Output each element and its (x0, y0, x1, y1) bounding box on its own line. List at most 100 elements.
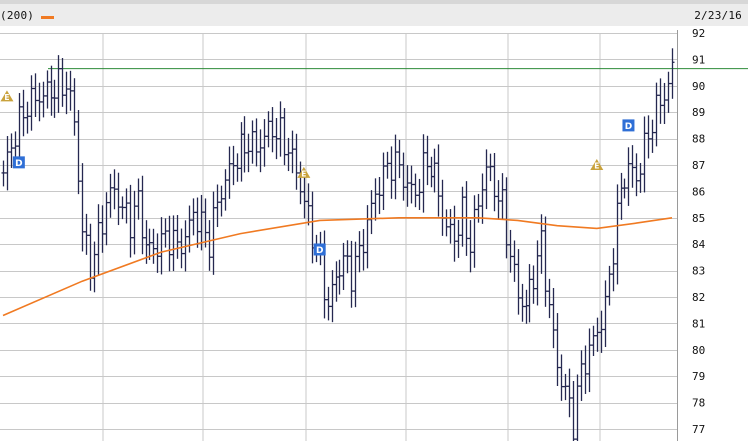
price-bar (282, 108, 287, 166)
price-bar (266, 111, 271, 148)
price-bar (219, 185, 224, 217)
price-bar (626, 147, 631, 206)
price-bar (583, 345, 588, 394)
price-bar (136, 178, 141, 220)
price-bar (500, 173, 505, 220)
price-bar (417, 178, 422, 210)
y-axis-tick-label: 84 (692, 238, 706, 251)
price-bar (250, 120, 255, 164)
y-axis-tick-label: 82 (692, 291, 705, 304)
y-axis-tick-label: 90 (692, 80, 705, 93)
price-bar (630, 145, 635, 188)
price-bar (128, 184, 133, 258)
earnings-marker-letter: E (594, 162, 599, 171)
earnings-marker-letter: E (4, 93, 9, 102)
price-bar (254, 118, 259, 167)
price-bar (559, 354, 564, 401)
price-bar (140, 175, 145, 255)
price-bar (242, 116, 247, 173)
price-bar (278, 101, 283, 157)
price-bar (5, 136, 10, 191)
price-bar (401, 152, 406, 201)
price-bar (508, 229, 513, 273)
price-bar (496, 180, 501, 219)
price-bar (456, 219, 461, 258)
price-bar (88, 223, 93, 291)
price-bar (274, 118, 279, 160)
price-bar (492, 152, 497, 212)
price-bar (429, 156, 434, 188)
price-bar (211, 191, 216, 275)
price-bar (195, 197, 200, 248)
price-bar (373, 178, 378, 221)
y-axis-tick-label: 91 (692, 53, 705, 66)
price-bar (650, 119, 655, 153)
price-bar (524, 289, 529, 324)
price-bar (484, 149, 489, 210)
price-bar (207, 220, 212, 271)
price-bar (326, 286, 331, 321)
price-bar (646, 115, 651, 159)
price-bar (290, 130, 295, 174)
price-bar (171, 215, 176, 272)
price-bar (108, 173, 113, 218)
price-bar (603, 280, 608, 348)
price-bar (96, 204, 101, 275)
price-bar (120, 196, 125, 220)
price-bar (68, 70, 73, 111)
price-bar (666, 71, 671, 113)
price-bar (294, 133, 299, 190)
price-bar (472, 195, 477, 268)
price-bar (393, 134, 398, 200)
price-bar (45, 70, 50, 109)
plot-area: 9291908988878685848382818079787776EDEDED (0, 27, 748, 441)
price-bar (397, 139, 402, 179)
price-bar (662, 82, 667, 124)
price-bar (49, 65, 54, 116)
price-bar (361, 229, 366, 271)
price-bar (567, 368, 572, 418)
price-bar (64, 71, 69, 115)
y-axis-tick-label: 81 (692, 317, 705, 330)
price-bar (163, 218, 168, 248)
price-bar (341, 242, 346, 291)
price-bar (440, 179, 445, 236)
price-bar (235, 153, 240, 182)
price-bar (365, 205, 370, 269)
price-bar (377, 177, 382, 215)
dividend-marker-letter: D (316, 246, 323, 256)
price-bar (76, 110, 81, 195)
price-bar (587, 328, 592, 393)
price-bar (654, 82, 659, 147)
price-bar (17, 93, 22, 162)
price-bar (298, 161, 303, 205)
price-bar (215, 184, 220, 228)
dividend-marker-letter: D (15, 159, 22, 169)
price-bar (25, 101, 30, 134)
price-bar (191, 198, 196, 236)
price-bar (381, 152, 386, 211)
price-bar (175, 215, 180, 259)
stock-chart: (200) 2/23/16 92 91 90 89 88 87 86 85 84 83 82 81 80… (0, 0, 748, 441)
price-bar (571, 380, 576, 441)
price-bar (543, 216, 548, 307)
price-bar (444, 209, 449, 237)
price-bar (239, 122, 244, 182)
y-axis-tick-label: 92 (692, 27, 705, 40)
price-bar (527, 264, 532, 323)
price-bar (591, 325, 596, 357)
price-bar (21, 89, 26, 137)
price-bar (33, 73, 38, 117)
price-bar (516, 249, 521, 315)
price-bar (563, 373, 568, 401)
price-bar (92, 241, 97, 293)
price-bar (369, 190, 374, 235)
price-bar (357, 231, 362, 273)
price-bar (413, 173, 418, 208)
price-bar (638, 162, 643, 193)
price-bar (575, 374, 580, 441)
price-bar (432, 148, 437, 193)
y-axis-tick-label: 85 (692, 212, 705, 225)
price-bar (658, 78, 663, 124)
price-bar (116, 172, 121, 226)
